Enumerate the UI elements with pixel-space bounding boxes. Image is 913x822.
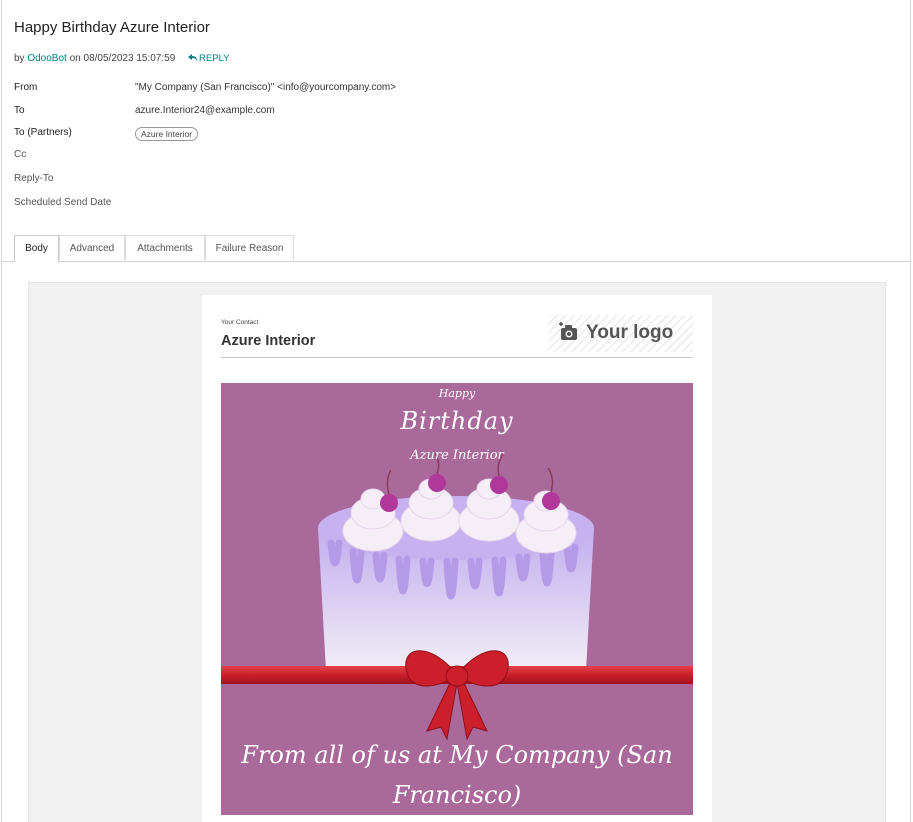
tab-advanced[interactable]: Advanced <box>59 235 125 260</box>
logo-text: Your logo <box>586 322 674 343</box>
tab-body[interactable]: Body <box>14 235 59 262</box>
greeting-recipient: Azure Interior <box>410 448 504 463</box>
greeting-happy: Happy <box>438 387 476 400</box>
to-label: To <box>14 105 25 116</box>
partner-tag[interactable]: Azure Interior <box>135 127 199 141</box>
company-logo: Your logo <box>548 315 693 352</box>
birthday-hero: Happy Birthday Azure Interior From all o… <box>221 383 693 815</box>
message-byline: by OdooBot on 08/05/2023 15:07:59 REPLY <box>14 53 230 64</box>
cc-label: Cc <box>14 149 27 160</box>
reply-button[interactable]: REPLY <box>188 53 230 64</box>
greeting-footer: From all of us at My Company (San Franci… <box>241 741 673 809</box>
header-rule <box>221 357 693 358</box>
to-partners-label: To (Partners) <box>14 127 72 138</box>
reply-arrow-icon <box>188 54 198 62</box>
message-subject: Happy Birthday Azure Interior <box>14 19 210 36</box>
message-date: on 08/05/2023 15:07:59 <box>69 53 176 64</box>
to-value: azure.Interior24@example.com <box>135 105 275 116</box>
author-link[interactable]: OdooBot <box>27 53 66 64</box>
reply-label: REPLY <box>199 53 230 64</box>
tabs-divider <box>2 261 911 262</box>
byline-prefix: by <box>14 53 25 64</box>
tab-failure-reason[interactable]: Failure Reason <box>205 235 294 260</box>
scheduled-send-label: Scheduled Send Date <box>14 197 112 208</box>
from-value: "My Company (San Francisco)" <info@yourc… <box>135 82 397 93</box>
contact-name: Azure Interior <box>221 333 316 349</box>
tab-attachments[interactable]: Attachments <box>125 235 205 260</box>
reply-to-label: Reply-To <box>14 173 54 184</box>
from-label: From <box>14 82 38 93</box>
greeting-birthday: Birthday <box>400 407 514 435</box>
contact-label: Your Contact <box>221 319 259 326</box>
